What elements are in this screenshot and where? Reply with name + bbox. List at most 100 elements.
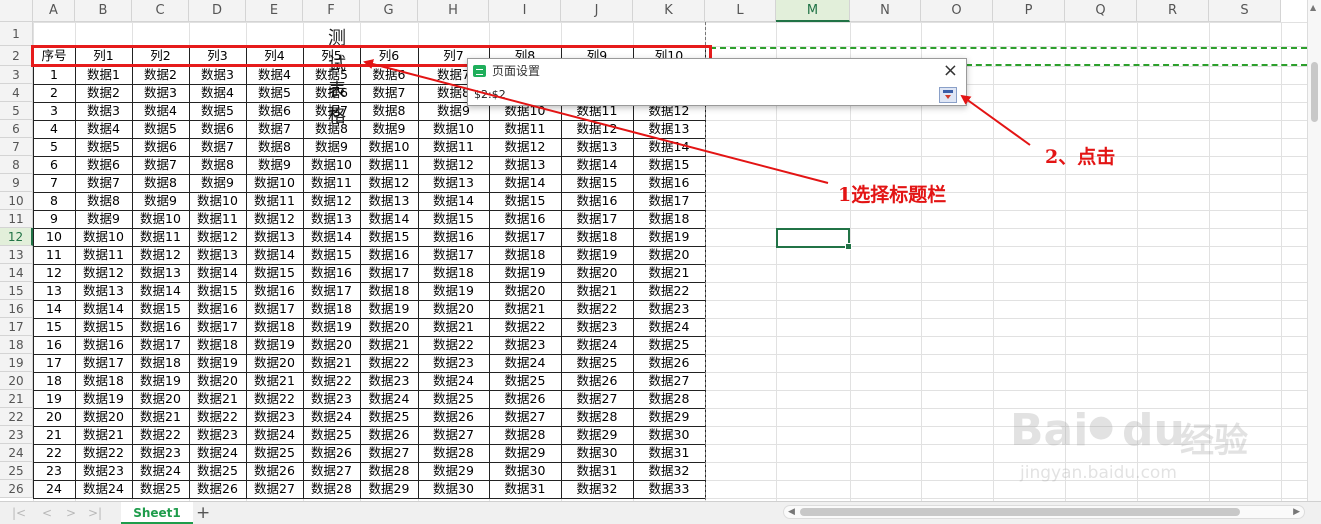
scroll-left-icon[interactable]: ◀ bbox=[788, 506, 795, 518]
table-cell[interactable]: 数据22 bbox=[489, 318, 561, 336]
column-header-F[interactable]: F bbox=[303, 0, 360, 22]
scroll-up-icon[interactable]: ▲ bbox=[1310, 3, 1316, 12]
table-cell[interactable]: 数据22 bbox=[132, 426, 189, 444]
table-cell[interactable]: 数据28 bbox=[489, 426, 561, 444]
table-cell[interactable]: 数据16 bbox=[303, 264, 360, 282]
table-cell[interactable]: 数据16 bbox=[561, 192, 633, 210]
table-cell[interactable]: 数据16 bbox=[75, 336, 132, 354]
row-header-17[interactable]: 17 bbox=[0, 318, 33, 336]
table-cell[interactable]: 数据21 bbox=[132, 408, 189, 426]
table-cell[interactable]: 数据6 bbox=[75, 156, 132, 174]
table-cell[interactable]: 数据26 bbox=[246, 462, 303, 480]
row-header-1[interactable]: 1 bbox=[0, 22, 33, 46]
table-cell[interactable]: 数据12 bbox=[418, 156, 489, 174]
table-cell[interactable]: 数据16 bbox=[633, 174, 705, 192]
table-cell[interactable]: 数据16 bbox=[132, 318, 189, 336]
table-cell[interactable]: 数据20 bbox=[246, 354, 303, 372]
table-cell[interactable]: 数据22 bbox=[360, 354, 418, 372]
table-cell[interactable]: 数据29 bbox=[360, 480, 418, 498]
table-cell[interactable]: 数据19 bbox=[132, 372, 189, 390]
table-cell[interactable]: 数据25 bbox=[633, 336, 705, 354]
table-cell[interactable]: 数据24 bbox=[303, 408, 360, 426]
table-cell[interactable]: 数据11 bbox=[360, 156, 418, 174]
table-cell[interactable]: 数据6 bbox=[303, 84, 360, 102]
table-cell[interactable]: 1 bbox=[33, 66, 75, 84]
column-header-I[interactable]: I bbox=[489, 0, 561, 22]
table-cell[interactable]: 数据4 bbox=[189, 84, 246, 102]
table-cell[interactable]: 数据25 bbox=[561, 354, 633, 372]
table-cell[interactable]: 数据7 bbox=[75, 174, 132, 192]
row-header-9[interactable]: 9 bbox=[0, 174, 33, 192]
table-cell[interactable]: 11 bbox=[33, 246, 75, 264]
table-cell[interactable]: 数据15 bbox=[561, 174, 633, 192]
row-header-22[interactable]: 22 bbox=[0, 408, 33, 426]
table-cell[interactable]: 数据23 bbox=[132, 444, 189, 462]
table-cell[interactable]: 数据13 bbox=[189, 246, 246, 264]
row-header-23[interactable]: 23 bbox=[0, 426, 33, 444]
row-header-11[interactable]: 11 bbox=[0, 210, 33, 228]
table-cell[interactable]: 数据18 bbox=[246, 318, 303, 336]
table-cell[interactable]: 数据23 bbox=[561, 318, 633, 336]
row-header-3[interactable]: 3 bbox=[0, 66, 33, 84]
table-cell[interactable]: 数据15 bbox=[75, 318, 132, 336]
table-cell[interactable]: 数据24 bbox=[132, 462, 189, 480]
table-cell[interactable]: 数据9 bbox=[360, 120, 418, 138]
column-header-K[interactable]: K bbox=[633, 0, 705, 22]
table-cell[interactable]: 数据10 bbox=[189, 192, 246, 210]
table-cell[interactable]: 数据25 bbox=[418, 390, 489, 408]
table-cell[interactable]: 数据9 bbox=[246, 156, 303, 174]
table-cell[interactable]: 数据3 bbox=[132, 84, 189, 102]
table-cell[interactable]: 数据14 bbox=[132, 282, 189, 300]
table-cell[interactable]: 数据17 bbox=[418, 246, 489, 264]
table-cell[interactable]: 数据23 bbox=[303, 390, 360, 408]
table-cell[interactable]: 数据8 bbox=[132, 174, 189, 192]
table-cell[interactable]: 数据20 bbox=[489, 282, 561, 300]
table-cell[interactable]: 数据14 bbox=[75, 300, 132, 318]
vertical-scroll-thumb[interactable] bbox=[1311, 62, 1318, 122]
table-cell[interactable]: 数据22 bbox=[418, 336, 489, 354]
table-cell[interactable]: 6 bbox=[33, 156, 75, 174]
column-header-G[interactable]: G bbox=[360, 0, 418, 22]
table-cell[interactable]: 数据17 bbox=[246, 300, 303, 318]
table-cell[interactable]: 数据20 bbox=[132, 390, 189, 408]
table-cell[interactable]: 数据3 bbox=[75, 102, 132, 120]
row-header-4[interactable]: 4 bbox=[0, 84, 33, 102]
close-icon[interactable]: × bbox=[943, 60, 958, 81]
table-cell[interactable]: 20 bbox=[33, 408, 75, 426]
table-cell[interactable]: 数据8 bbox=[303, 120, 360, 138]
table-cell[interactable]: 数据21 bbox=[75, 426, 132, 444]
table-cell[interactable]: 数据10 bbox=[303, 156, 360, 174]
table-cell[interactable]: 3 bbox=[33, 102, 75, 120]
table-cell[interactable]: 数据5 bbox=[246, 84, 303, 102]
table-cell[interactable]: 数据13 bbox=[132, 264, 189, 282]
table-cell[interactable]: 14 bbox=[33, 300, 75, 318]
table-cell[interactable]: 17 bbox=[33, 354, 75, 372]
table-cell[interactable]: 数据11 bbox=[75, 246, 132, 264]
table-cell[interactable]: 数据31 bbox=[489, 480, 561, 498]
table-cell[interactable]: 数据12 bbox=[561, 120, 633, 138]
table-cell[interactable]: 数据16 bbox=[418, 228, 489, 246]
column-header-D[interactable]: D bbox=[189, 0, 246, 22]
column-header-C[interactable]: C bbox=[132, 0, 189, 22]
table-cell[interactable]: 数据29 bbox=[633, 408, 705, 426]
table-cell[interactable]: 数据17 bbox=[360, 264, 418, 282]
table-cell[interactable]: 数据27 bbox=[360, 444, 418, 462]
table-cell[interactable]: 4 bbox=[33, 120, 75, 138]
table-cell[interactable]: 数据22 bbox=[303, 372, 360, 390]
table-cell[interactable]: 数据9 bbox=[303, 138, 360, 156]
table-cell[interactable]: 数据10 bbox=[418, 120, 489, 138]
table-cell[interactable]: 数据22 bbox=[633, 282, 705, 300]
table-cell[interactable]: 数据25 bbox=[489, 372, 561, 390]
table-cell[interactable]: 数据4 bbox=[132, 102, 189, 120]
table-cell[interactable]: 数据25 bbox=[360, 408, 418, 426]
table-cell[interactable]: 数据27 bbox=[303, 462, 360, 480]
table-cell[interactable]: 数据6 bbox=[360, 66, 418, 84]
table-cell[interactable]: 数据11 bbox=[489, 120, 561, 138]
table-cell[interactable]: 数据16 bbox=[189, 300, 246, 318]
table-cell[interactable]: 数据23 bbox=[75, 462, 132, 480]
table-cell[interactable]: 数据26 bbox=[303, 444, 360, 462]
table-cell[interactable]: 数据15 bbox=[246, 264, 303, 282]
table-cell[interactable]: 数据3 bbox=[189, 66, 246, 84]
table-cell[interactable]: 数据27 bbox=[633, 372, 705, 390]
table-cell[interactable]: 数据28 bbox=[303, 480, 360, 498]
